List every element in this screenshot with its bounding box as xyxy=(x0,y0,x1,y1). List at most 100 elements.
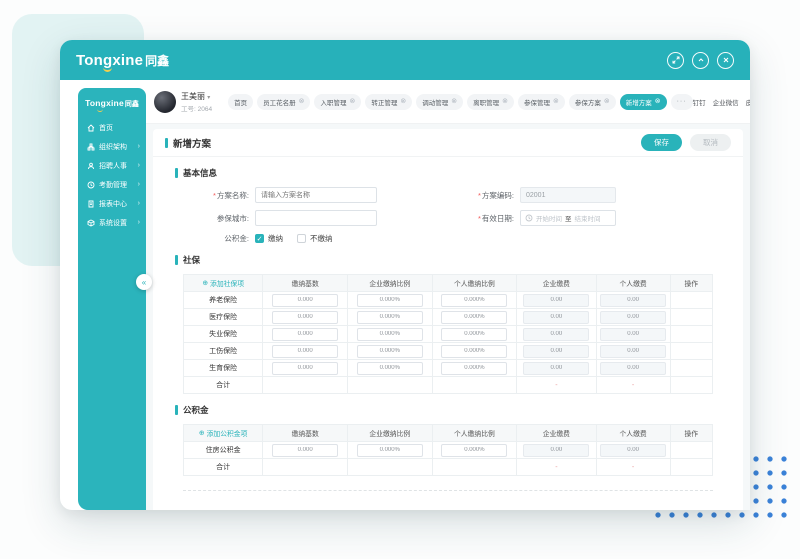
personal-fee-input xyxy=(600,444,666,457)
insured-city-input[interactable] xyxy=(255,210,377,226)
minimize-button[interactable] xyxy=(692,52,709,69)
logo-text-cn: 同鑫 xyxy=(145,52,169,69)
tab-label: 参保方案 xyxy=(575,97,601,107)
sidebar-item-reports[interactable]: 报表中心 › xyxy=(78,194,146,213)
total-label: 合计 xyxy=(184,459,263,476)
add-link-label: 添加社保项 xyxy=(210,278,244,288)
menu-label: 皮肤 xyxy=(746,100,750,107)
corp-ratio-input[interactable] xyxy=(357,362,423,375)
row-name: 养老保险 xyxy=(184,292,263,309)
personal-ratio-input[interactable] xyxy=(441,294,507,307)
add-fund-item-button[interactable]: ⊕添加公积金项 xyxy=(199,428,247,438)
plan-name-input[interactable] xyxy=(255,187,377,203)
sidebar-item-recruiting-hr[interactable]: 招聘人事 › xyxy=(78,156,146,175)
avatar[interactable] xyxy=(154,91,176,113)
corp-ratio-input[interactable] xyxy=(357,328,423,341)
personal-ratio-input[interactable] xyxy=(441,328,507,341)
sidebar-item-organization[interactable]: 组织架构 › xyxy=(78,137,146,156)
personal-ratio-input[interactable] xyxy=(441,345,507,358)
checkbox-pay[interactable]: ✓ 缴纳 xyxy=(255,233,283,244)
plan-code-input xyxy=(520,187,616,203)
sidebar-collapse-button[interactable]: « xyxy=(136,274,152,290)
more-tabs-button[interactable]: ··· xyxy=(671,94,693,110)
tab-label: 离职管理 xyxy=(473,97,499,107)
tab-insurance-plan[interactable]: 参保方案 ⊗ xyxy=(569,94,616,110)
add-social-item-button[interactable]: ⊕添加社保项 xyxy=(202,278,244,288)
corp-ratio-input[interactable] xyxy=(357,345,423,358)
tab-probation[interactable]: 转正管理 ⊗ xyxy=(365,94,412,110)
tab-label: 新增方案 xyxy=(626,97,652,107)
personal-ratio-input[interactable] xyxy=(441,311,507,324)
app-window: Tongxine 同鑫 Tongxine 同鑫 首页 xyxy=(60,40,750,510)
sidebar-item-home[interactable]: 首页 xyxy=(78,118,146,137)
wecom-link[interactable]: 企业微信 xyxy=(713,97,739,107)
tab-label: 转正管理 xyxy=(371,97,397,107)
document-icon xyxy=(87,200,95,208)
collapse-icon: « xyxy=(142,278,146,287)
total-corp-fee: - xyxy=(517,459,596,476)
user-name: 王美丽 xyxy=(181,92,205,101)
sidebar-item-attendance[interactable]: 考勤管理 › xyxy=(78,175,146,194)
tab-transfer[interactable]: 调动管理 ⊗ xyxy=(416,94,463,110)
window-titlebar: Tongxine 同鑫 xyxy=(60,40,750,80)
base-input[interactable] xyxy=(272,294,338,307)
plus-icon: ⊕ xyxy=(202,279,208,287)
social-insurance-table: ⊕添加社保项 缴纳基数 企业缴纳比例 个人缴纳比例 企业缴费 个人缴费 操作 xyxy=(183,274,713,394)
tab-close-icon[interactable]: ⊗ xyxy=(451,98,457,105)
corp-ratio-input[interactable] xyxy=(357,444,423,457)
checkbox-checked-icon: ✓ xyxy=(255,234,264,243)
close-icon xyxy=(722,56,730,64)
base-input[interactable] xyxy=(272,362,338,375)
operation-cell xyxy=(670,309,712,326)
total-label: 合计 xyxy=(184,377,263,394)
skin-menu[interactable]: 皮肤▾ xyxy=(746,97,750,107)
tab-close-icon[interactable]: ⊗ xyxy=(553,98,559,105)
tab-close-icon[interactable]: ⊗ xyxy=(400,98,406,105)
tab-label: 参保管理 xyxy=(524,97,550,107)
checkbox-unchecked-icon xyxy=(297,234,306,243)
save-button[interactable]: 保存 xyxy=(641,134,682,151)
total-corp-fee: - xyxy=(517,377,596,394)
dingtalk-link[interactable]: 钉钉 xyxy=(693,97,706,107)
total-row: 合计 - - xyxy=(184,459,713,476)
sidebar-item-settings[interactable]: 系统设置 › xyxy=(78,213,146,232)
user-info[interactable]: 王美丽 ▾ 工号: 2064 xyxy=(181,91,212,113)
city-label: 参保城市: xyxy=(183,213,249,224)
base-input[interactable] xyxy=(272,345,338,358)
tab-close-icon[interactable]: ⊗ xyxy=(349,98,355,105)
label-text: 方案名称: xyxy=(217,191,249,200)
fullscreen-button[interactable] xyxy=(667,52,684,69)
sidebar-logo: Tongxine 同鑫 xyxy=(78,88,146,118)
tab-insurance-management[interactable]: 参保管理 ⊗ xyxy=(518,94,565,110)
base-input[interactable] xyxy=(272,311,338,324)
sidebar-logo-en: Tongxine xyxy=(85,98,124,108)
corp-ratio-input[interactable] xyxy=(357,294,423,307)
plan-name-label: *方案名称: xyxy=(183,190,249,201)
section-title: 社保 xyxy=(183,254,200,266)
corp-ratio-input[interactable] xyxy=(357,311,423,324)
tab-employee-roster[interactable]: 员工花名册 ⊗ xyxy=(257,94,310,110)
date-range-picker[interactable]: 开始时间 至 结束时间 xyxy=(520,210,616,226)
label-text: 有效日期: xyxy=(482,214,514,223)
cancel-button[interactable]: 取消 xyxy=(690,134,731,151)
label-text: 公积金: xyxy=(224,234,249,243)
personal-ratio-input[interactable] xyxy=(441,362,507,375)
personal-ratio-input[interactable] xyxy=(441,444,507,457)
tab-close-icon[interactable]: ⊗ xyxy=(502,98,508,105)
tab-new-plan[interactable]: 新增方案 ⊗ xyxy=(620,94,667,110)
tab-close-icon[interactable]: ⊗ xyxy=(604,98,610,105)
checkbox-no-pay[interactable]: 不缴纳 xyxy=(297,233,333,244)
tab-close-icon[interactable]: ⊗ xyxy=(655,98,661,105)
personal-fee-input xyxy=(600,294,666,307)
base-input[interactable] xyxy=(272,328,338,341)
tab-home[interactable]: 首页 xyxy=(228,94,253,110)
logo-smile-icon xyxy=(103,67,112,72)
tab-label: 员工花名册 xyxy=(263,97,296,107)
tab-onboarding[interactable]: 入职管理 ⊗ xyxy=(314,94,361,110)
tab-close-icon[interactable]: ⊗ xyxy=(299,98,305,105)
base-input[interactable] xyxy=(272,444,338,457)
tab-offboarding[interactable]: 离职管理 ⊗ xyxy=(467,94,514,110)
cube-icon xyxy=(87,219,95,227)
date-separator: 至 xyxy=(565,213,572,223)
close-window-button[interactable] xyxy=(717,52,734,69)
